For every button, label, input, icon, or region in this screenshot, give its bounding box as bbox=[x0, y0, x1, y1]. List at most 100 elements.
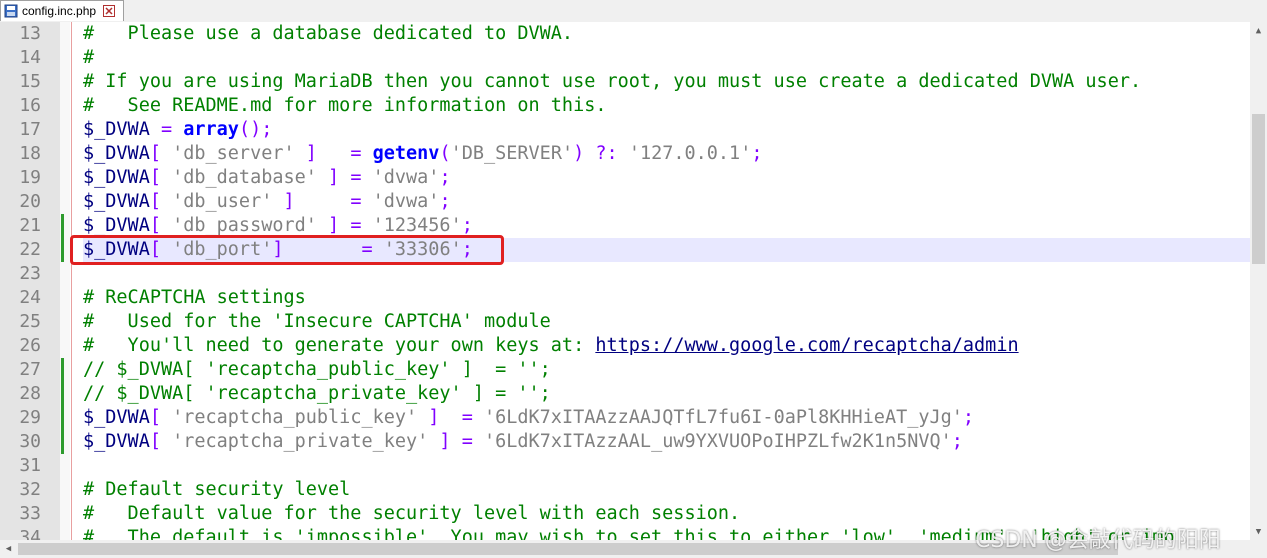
tab-config-inc-php[interactable]: config.inc.php bbox=[0, 0, 124, 21]
code-text[interactable]: // $_DVWA[ 'recaptcha_public_key' ] = ''… bbox=[83, 358, 1250, 382]
code-token: '6LdK7xITAzzAAL_uw9YXVUOPoIHPZLfw2K1n5NV… bbox=[484, 431, 952, 452]
code-token: # Default value for the security level w… bbox=[83, 503, 741, 524]
code-text[interactable]: # Please use a database dedicated to DVW… bbox=[83, 22, 1250, 46]
code-line[interactable]: 32 # Default security level bbox=[0, 478, 1250, 502]
close-icon[interactable] bbox=[103, 5, 116, 17]
code-token: 'dvwa' bbox=[372, 191, 440, 212]
code-token: [ bbox=[149, 167, 173, 188]
code-token[interactable]: https://www.google.com/recaptcha/admin bbox=[595, 335, 1018, 356]
code-text[interactable]: $_DVWA[ 'recaptcha_public_key' ] = '6LdK… bbox=[83, 406, 1250, 430]
code-text[interactable]: $_DVWA = array(); bbox=[83, 118, 1250, 142]
line-number: 17 bbox=[19, 119, 41, 140]
code-token: $_DVWA bbox=[83, 119, 161, 140]
code-line[interactable]: 23 bbox=[0, 262, 1250, 286]
scroll-up-icon[interactable]: ▲ bbox=[1250, 22, 1267, 39]
code-text[interactable]: # See README.md for more information on … bbox=[83, 94, 1250, 118]
scroll-thumb[interactable] bbox=[1252, 114, 1265, 264]
code-line[interactable]: 29 $_DVWA[ 'recaptcha_public_key' ] = '6L… bbox=[0, 406, 1250, 430]
code-text[interactable]: $_DVWA[ 'db_server' ] = getenv('DB_SERVE… bbox=[83, 142, 1250, 166]
code-token: (); bbox=[238, 119, 273, 140]
code-text[interactable]: # You'll need to generate your own keys … bbox=[83, 334, 1250, 358]
tab-label: config.inc.php bbox=[22, 4, 97, 18]
code-token: '127.0.0.1' bbox=[628, 143, 752, 164]
line-number: 18 bbox=[19, 143, 41, 164]
code-token: [ bbox=[149, 143, 173, 164]
code-text[interactable]: // $_DVWA[ 'recaptcha_private_key' ] = '… bbox=[83, 382, 1250, 406]
code-token: [ bbox=[149, 407, 173, 428]
code-token: # See README.md for more information on … bbox=[83, 95, 607, 116]
line-number: 19 bbox=[19, 167, 41, 188]
code-token: # Default security level bbox=[83, 479, 351, 500]
code-token: ] = bbox=[316, 167, 373, 188]
line-number: 32 bbox=[19, 479, 41, 500]
code-token: ; bbox=[751, 143, 763, 164]
code-token: $_DVWA bbox=[83, 431, 150, 452]
code-text[interactable]: $_DVWA[ 'db_database' ] = 'dvwa'; bbox=[83, 166, 1250, 190]
code-token: = bbox=[160, 119, 184, 140]
scroll-left-icon[interactable]: ◀ bbox=[0, 540, 17, 558]
code-token: ; bbox=[461, 215, 473, 236]
code-text[interactable]: # bbox=[83, 46, 1250, 70]
line-number: 20 bbox=[19, 191, 41, 212]
code-token: $_DVWA bbox=[83, 407, 150, 428]
code-token: ] = bbox=[294, 143, 373, 164]
code-token: 'db_database' bbox=[172, 167, 317, 188]
code-text[interactable]: $_DVWA[ 'db_user' ] = 'dvwa'; bbox=[83, 190, 1250, 214]
line-number: 34 bbox=[19, 527, 41, 540]
code-line[interactable]: 24 # ReCAPTCHA settings bbox=[0, 286, 1250, 310]
code-line[interactable]: 16 # See README.md for more information o… bbox=[0, 94, 1250, 118]
code-token: $_DVWA bbox=[83, 191, 150, 212]
line-number: 16 bbox=[19, 95, 41, 116]
code-line[interactable]: 27 // $_DVWA[ 'recaptcha_public_key' ] = … bbox=[0, 358, 1250, 382]
code-line[interactable]: 14 # bbox=[0, 46, 1250, 70]
code-line[interactable]: 13 # Please use a database dedicated to D… bbox=[0, 22, 1250, 46]
line-number: 31 bbox=[19, 455, 41, 476]
scroll-corner bbox=[1250, 540, 1267, 558]
code-text[interactable]: # Used for the 'Insecure CAPTCHA' module bbox=[83, 310, 1250, 334]
code-token: # You'll need to generate your own keys … bbox=[83, 335, 596, 356]
code-line[interactable]: 17 $_DVWA = array(); bbox=[0, 118, 1250, 142]
code-text[interactable]: # ReCAPTCHA settings bbox=[83, 286, 1250, 310]
tab-bar: config.inc.php bbox=[0, 0, 1267, 23]
scroll-thumb-horizontal[interactable] bbox=[18, 543, 1118, 555]
code-line[interactable]: 20 $_DVWA[ 'db_user' ] = 'dvwa'; bbox=[0, 190, 1250, 214]
code-text[interactable] bbox=[83, 454, 1250, 478]
line-number: 25 bbox=[19, 311, 41, 332]
code-token: ( bbox=[439, 143, 451, 164]
code-token: 'db_password' bbox=[172, 215, 317, 236]
line-number: 29 bbox=[19, 407, 41, 428]
code-line[interactable]: 15 # If you are using MariaDB then you ca… bbox=[0, 70, 1250, 94]
code-line[interactable]: 26 # You'll need to generate your own key… bbox=[0, 334, 1250, 358]
code-text[interactable]: # If you are using MariaDB then you cann… bbox=[83, 70, 1250, 94]
code-text[interactable]: # Default security level bbox=[83, 478, 1250, 502]
line-number: 22 bbox=[19, 239, 41, 260]
code-token: ) ?: bbox=[573, 143, 629, 164]
watermark: CSDN @会敲代码的阳阳 bbox=[975, 528, 1221, 553]
code-token: # Used for the 'Insecure CAPTCHA' module bbox=[83, 311, 551, 332]
code-line[interactable]: 19 $_DVWA[ 'db_database' ] = 'dvwa'; bbox=[0, 166, 1250, 190]
code-line[interactable]: 18 $_DVWA[ 'db_server' ] = getenv('DB_SER… bbox=[0, 142, 1250, 166]
code-token: ] = bbox=[428, 431, 484, 452]
code-token: ] = bbox=[316, 215, 373, 236]
code-token: getenv bbox=[372, 143, 440, 164]
code-token: array bbox=[183, 119, 239, 140]
code-line[interactable]: 25 # Used for the 'Insecure CAPTCHA' modu… bbox=[0, 310, 1250, 334]
code-token: [ bbox=[149, 191, 173, 212]
save-file-icon bbox=[4, 4, 18, 18]
code-line[interactable]: 30 $_DVWA[ 'recaptcha_private_key' ] = '6… bbox=[0, 430, 1250, 454]
code-line[interactable]: 31 bbox=[0, 454, 1250, 478]
code-text[interactable] bbox=[83, 262, 1250, 286]
code-token: 'recaptcha_private_key' bbox=[172, 431, 429, 452]
code-line[interactable]: 28 // $_DVWA[ 'recaptcha_private_key' ] =… bbox=[0, 382, 1250, 406]
code-token: 'db_server' bbox=[172, 143, 295, 164]
line-number: 30 bbox=[19, 431, 41, 452]
code-token: $_DVWA bbox=[83, 167, 150, 188]
code-text[interactable]: $_DVWA[ 'recaptcha_private_key' ] = '6Ld… bbox=[83, 430, 1250, 454]
scroll-down-icon[interactable]: ▼ bbox=[1250, 523, 1267, 540]
code-token: ] = bbox=[417, 407, 484, 428]
line-number: 24 bbox=[19, 287, 41, 308]
code-token: $_DVWA bbox=[83, 143, 150, 164]
code-token: ; bbox=[439, 191, 451, 212]
vertical-scrollbar[interactable]: ▲ ▼ bbox=[1250, 22, 1267, 540]
code-editor[interactable]: 13 # Please use a database dedicated to D… bbox=[0, 22, 1250, 540]
